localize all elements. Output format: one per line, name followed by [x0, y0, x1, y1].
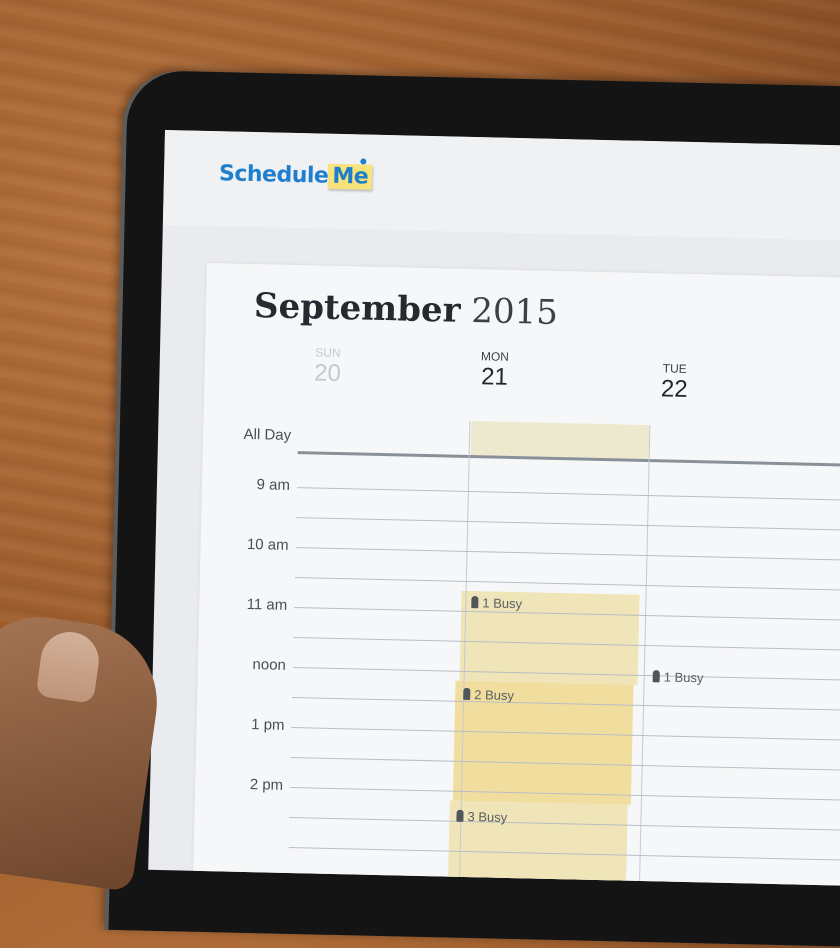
all-day-label: All Day [243, 425, 292, 444]
busy-text: 3 Busy [467, 809, 508, 825]
day-header-sun[interactable]: SUN 20 [297, 345, 358, 388]
day-date: 22 [660, 375, 688, 403]
logo-text-me: Me [332, 163, 369, 190]
busy-text: 2 Busy [474, 687, 515, 704]
time-label: 9 am [256, 476, 291, 494]
time-label: 11 am [246, 595, 288, 614]
busy-text: 1 Busy [663, 669, 704, 686]
month-year: 2015 [470, 291, 559, 333]
schedule-me-logo[interactable]: Schedule Me [218, 158, 373, 190]
busy-label[interactable]: 1 Busy [652, 669, 704, 686]
all-day-cell-mon[interactable] [470, 421, 650, 460]
day-name: SUN [315, 345, 341, 361]
busy-text: 1 Busy [482, 595, 523, 612]
person-icon [652, 670, 660, 683]
half-hour-line [294, 577, 840, 592]
hour-line [295, 547, 840, 562]
hour-line [296, 487, 840, 502]
day-name: MON [480, 349, 510, 364]
busy-label[interactable]: 3 Busy [456, 809, 507, 825]
day-header-mon[interactable]: MON 21 [464, 349, 525, 392]
busy-label[interactable]: 2 Busy [463, 687, 514, 703]
month-title: September 2015 [254, 286, 559, 333]
logo-text-schedule: Schedule [218, 161, 329, 189]
day-name: TUE [662, 361, 687, 376]
person-icon [463, 687, 471, 701]
time-label: 10 am [246, 535, 289, 554]
calendar-panel: September 2015 SUN 20 MON 21 TUE 22 All … [192, 262, 840, 886]
busy-label[interactable]: 1 Busy [471, 595, 522, 611]
day-date: 20 [313, 359, 342, 388]
logo-note-me: Me [328, 163, 373, 190]
time-label: noon [252, 656, 287, 674]
person-icon [456, 809, 464, 822]
tablet-screen: Schedule Me September 2015 SUN 20 MON 21 … [148, 130, 840, 886]
day-date: 21 [480, 363, 509, 391]
app-header: Schedule Me [162, 130, 840, 241]
time-label: 1 pm [250, 716, 285, 734]
month-name: September [253, 286, 462, 331]
time-label: 2 pm [249, 776, 284, 794]
person-icon [471, 596, 479, 609]
half-hour-line [296, 517, 840, 532]
day-header-tue[interactable]: TUE 22 [644, 361, 705, 404]
